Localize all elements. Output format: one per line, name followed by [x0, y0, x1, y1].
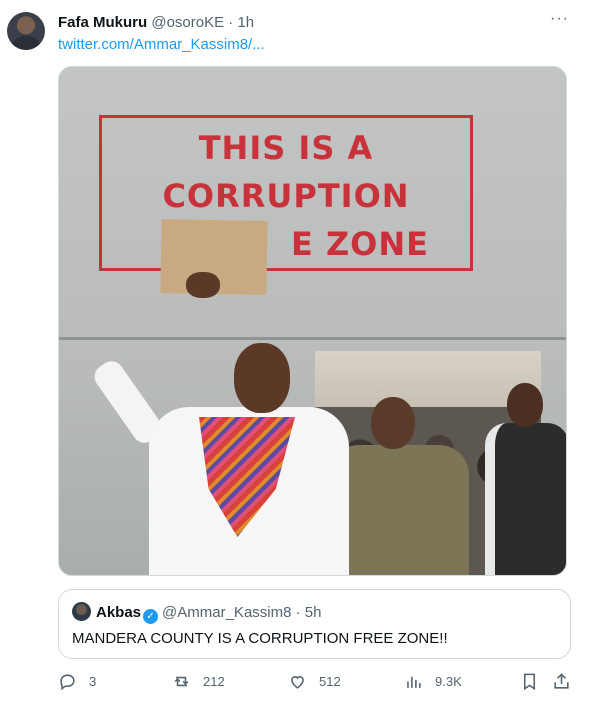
like-count: 512	[319, 674, 341, 689]
quote-separator: ·	[295, 604, 301, 621]
tweet-header: Fafa Mukuru @osoroKE · 1h	[58, 14, 254, 31]
quote-time[interactable]: 5h	[305, 604, 322, 621]
quote-text: MANDERA COUNTY IS A CORRUPTION FREE ZONE…	[72, 630, 448, 647]
verified-badge-icon: ✓	[143, 609, 159, 624]
smiling-man-figure	[89, 337, 359, 575]
header-separator: ·	[228, 14, 234, 31]
views-icon	[407, 676, 421, 688]
retweet-icon	[174, 676, 189, 687]
author-handle[interactable]: @osoroKE	[151, 14, 224, 31]
bystander-figure	[485, 383, 566, 575]
quoted-tweet[interactable]: Akbas ✓ @Ammar_Kassim8 · 5h MANDERA COUNTY…	[58, 589, 571, 659]
author-name[interactable]: Fafa Mukuru	[58, 14, 147, 31]
share-icon	[554, 673, 569, 689]
sign-line-1: THIS IS A	[198, 129, 374, 167]
quote-author-name[interactable]: Akbas	[96, 604, 141, 621]
sign-line-2: CORRUPTION	[162, 177, 410, 215]
reply-button[interactable]: 3	[58, 672, 96, 691]
retweet-count: 212	[203, 674, 225, 689]
share-button[interactable]	[552, 672, 583, 691]
quote-handle[interactable]: @Ammar_Kassim8	[162, 604, 291, 621]
views-button[interactable]: 9.3K	[404, 672, 462, 691]
tweet-image[interactable]: THIS IS A CORRUPTION E ZONE	[58, 66, 567, 576]
bookmark-icon	[523, 673, 536, 691]
quote-header: Akbas ✓ @Ammar_Kassim8 · 5h	[96, 604, 321, 624]
more-dots-icon[interactable]: ···	[550, 10, 569, 28]
like-button[interactable]: 512	[288, 672, 341, 691]
retweet-button[interactable]: 212	[172, 672, 225, 691]
author-avatar[interactable]	[7, 12, 45, 50]
views-count: 9.3K	[435, 674, 462, 689]
reply-count: 3	[89, 674, 97, 689]
reply-icon	[60, 674, 75, 691]
tweet-link[interactable]: twitter.com/Ammar_Kassim8/...	[58, 36, 265, 53]
bookmark-button[interactable]	[520, 672, 551, 691]
action-bar: 3 212 512 9.3K	[58, 672, 574, 696]
tweet-time[interactable]: 1h	[237, 14, 254, 31]
raised-hand	[186, 272, 220, 298]
quote-avatar[interactable]	[72, 602, 91, 621]
like-icon	[291, 676, 304, 689]
